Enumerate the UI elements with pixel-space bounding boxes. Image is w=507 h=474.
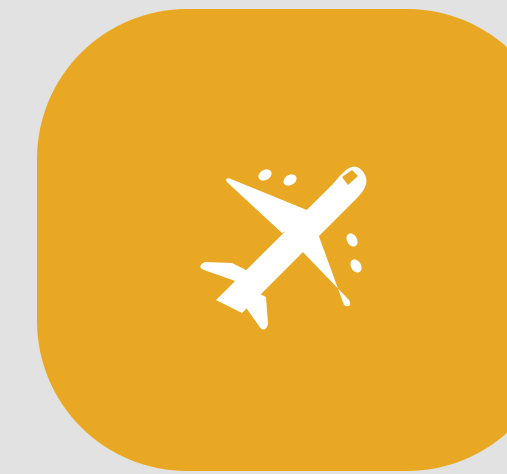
canvas xyxy=(0,0,507,474)
airplane-icon xyxy=(200,166,367,330)
